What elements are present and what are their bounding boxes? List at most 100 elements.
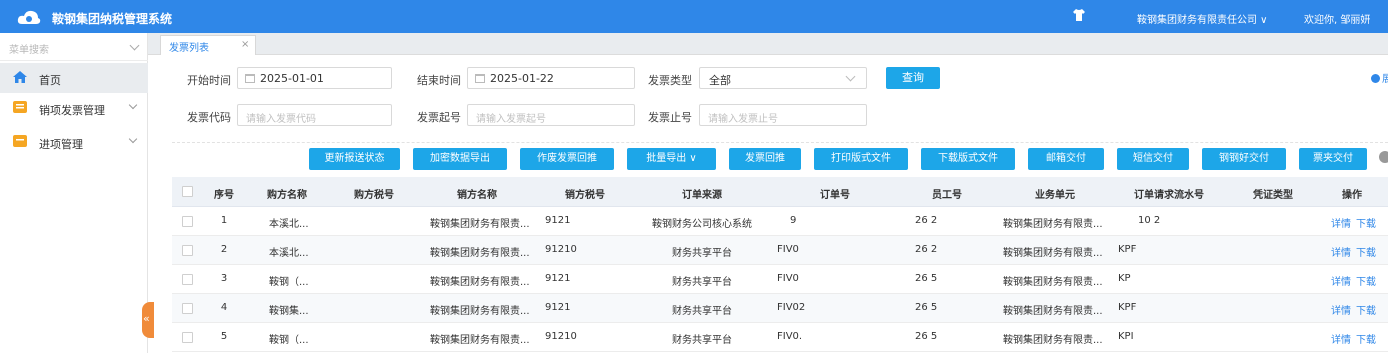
cell-seller-tax: 9121 <box>545 302 571 313</box>
tab-label: 发票列表 <box>169 43 209 54</box>
end-time-value: 2025-01-22 <box>490 72 554 85</box>
table-row[interactable]: 3 鞍钢（... 鞍钢集团财务有限责... 9121 财务共享平台 FIV0 2… <box>172 265 1388 294</box>
row-checkbox[interactable] <box>182 332 193 343</box>
cell-no: 3 <box>220 273 228 284</box>
cell-no: 4 <box>220 302 228 313</box>
void-invoice-pushback-button[interactable]: 作废发票回推 <box>520 148 614 170</box>
print-layout-button[interactable]: 打印版式文件 <box>814 148 908 170</box>
table-row[interactable]: 1 本溪北... 鞍钢集团财务有限责... 9121 鞍钢财务公司核心系统 9 … <box>172 207 1388 236</box>
detail-link[interactable]: 详情 <box>1331 273 1351 288</box>
detail-link[interactable]: 详情 <box>1331 331 1351 346</box>
cell-order: FIV0 <box>777 244 799 255</box>
cell-buyer: 鞍钢集... <box>269 306 309 317</box>
company-selector[interactable]: 鞍钢集团财务有限责任公司 ∨ <box>1137 11 1268 26</box>
download-layout-button[interactable]: 下载版式文件 <box>921 148 1015 170</box>
invoice-code-input[interactable]: 请输入发票代码 <box>237 104 392 126</box>
download-link[interactable]: 下载 <box>1356 331 1376 346</box>
cell-no: 2 <box>220 244 228 255</box>
cell-serial: KPI <box>1118 331 1134 342</box>
gangganghao-delivery-button[interactable]: 钢钢好交付 <box>1202 148 1286 170</box>
cell-source: 财务共享平台 <box>672 335 732 346</box>
cell-seller-tax: 91210 <box>545 244 577 255</box>
user-welcome[interactable]: 欢迎你, 邹丽妍 <box>1304 11 1370 26</box>
app-title: 鞍钢集团纳税管理系统 <box>52 12 173 26</box>
detail-link[interactable]: 详情 <box>1331 215 1351 230</box>
table-row[interactable]: 4 鞍钢集... 鞍钢集团财务有限责... 9121 财务共享平台 FIV02 … <box>172 294 1388 323</box>
invoice-end-input[interactable]: 请输入发票止号 <box>699 104 867 126</box>
cell-seller: 鞍钢集团财务有限责... <box>430 306 530 317</box>
cell-source: 鞍钢财务公司核心系统 <box>652 219 752 230</box>
chevron-down-icon <box>128 100 138 110</box>
cell-serial: KP <box>1118 273 1131 284</box>
row-checkbox[interactable] <box>182 274 193 285</box>
cell-unit: 鞍钢集团财务有限责... <box>1003 219 1103 230</box>
update-report-status-button[interactable]: 更新报送状态 <box>309 148 400 170</box>
col-header-ops: 操作 <box>1342 190 1362 201</box>
col-header-staff: 员工号 <box>932 190 962 201</box>
download-link[interactable]: 下载 <box>1356 215 1376 230</box>
close-icon[interactable]: × <box>241 39 249 50</box>
email-delivery-button[interactable]: 邮箱交付 <box>1028 148 1104 170</box>
filter-panel: 开始时间 2025-01-01 结束时间 2025-01-22 发票类型 全部 … <box>148 55 1388 140</box>
row-checkbox[interactable] <box>182 245 193 256</box>
sidebar-item-home[interactable]: 首页 <box>0 63 148 93</box>
row-checkbox[interactable] <box>182 216 193 227</box>
invoice-end-placeholder: 请输入发票止号 <box>708 114 778 125</box>
expand-toggle[interactable]: 展开 <box>1371 70 1388 85</box>
detail-link[interactable]: 详情 <box>1331 302 1351 317</box>
download-link[interactable]: 下载 <box>1356 273 1376 288</box>
start-time-value: 2025-01-01 <box>260 72 324 85</box>
invoice-pushback-button[interactable]: 发票回推 <box>729 148 801 170</box>
col-header-voucher: 凭证类型 <box>1253 190 1293 201</box>
col-header-buyer: 购方名称 <box>267 190 307 201</box>
home-icon <box>13 71 27 83</box>
invoice-type-select[interactable]: 全部 <box>699 67 867 89</box>
end-time-field[interactable]: 2025-01-22 <box>467 67 635 89</box>
ticket-folder-delivery-button[interactable]: 票夹交付 <box>1299 148 1367 170</box>
chevron-down-icon <box>128 134 138 144</box>
menu-search-placeholder: 菜单搜索 <box>9 45 49 56</box>
double-chevron-left-icon: « <box>143 312 150 325</box>
cell-staff: 26 2 <box>915 244 938 255</box>
invoice-start-label: 发票起号 <box>417 111 461 124</box>
table-row[interactable]: 5 鞍钢（... 鞍钢集团财务有限责... 91210 财务共享平台 FIV0.… <box>172 323 1388 352</box>
cell-buyer: 鞍钢（... <box>269 277 309 288</box>
cell-serial: KPF <box>1118 302 1137 313</box>
select-all-checkbox[interactable] <box>182 186 193 197</box>
cell-order: FIV02 <box>777 302 806 313</box>
sidebar-item-purchase[interactable]: 进项管理 <box>0 127 148 157</box>
info-icon[interactable] <box>1379 151 1388 163</box>
invoice-code-placeholder: 请输入发票代码 <box>246 114 316 125</box>
cell-seller-tax: 9121 <box>545 273 571 284</box>
sidebar-item-label: 进项管理 <box>39 138 83 151</box>
sidebar: 菜单搜索 首页 销项发票管理 进项管理 <box>0 33 148 353</box>
invoice-type-value: 全部 <box>709 74 731 87</box>
cell-source: 财务共享平台 <box>672 306 732 317</box>
table-row[interactable]: 2 本溪北... 鞍钢集团财务有限责... 91210 财务共享平台 FIV0 … <box>172 236 1388 265</box>
export-encrypted-button[interactable]: 加密数据导出 <box>413 148 507 170</box>
cell-seller-tax: 91210 <box>545 331 577 342</box>
sidebar-item-label: 销项发票管理 <box>39 104 105 117</box>
download-link[interactable]: 下载 <box>1356 302 1376 317</box>
start-time-field[interactable]: 2025-01-01 <box>237 67 392 89</box>
tab-invoice-list[interactable]: 发票列表 × <box>160 35 256 55</box>
divider <box>172 142 1388 143</box>
invoice-start-input[interactable]: 请输入发票起号 <box>467 104 635 126</box>
calendar-icon <box>475 74 485 83</box>
cell-buyer: 本溪北... <box>269 248 309 259</box>
sidebar-collapse-button[interactable]: « <box>142 302 154 338</box>
invoice-start-placeholder: 请输入发票起号 <box>476 114 546 125</box>
menu-search-input[interactable]: 菜单搜索 <box>0 33 148 61</box>
query-button[interactable]: 查询 <box>886 67 940 89</box>
purchase-invoice-icon <box>13 135 27 147</box>
theme-shirt-icon[interactable] <box>1072 8 1086 22</box>
detail-link[interactable]: 详情 <box>1331 244 1351 259</box>
batch-export-button[interactable]: 批量导出 ∨ <box>627 148 716 170</box>
sidebar-item-sales-invoice[interactable]: 销项发票管理 <box>0 93 148 123</box>
sms-delivery-button[interactable]: 短信交付 <box>1117 148 1189 170</box>
start-time-label: 开始时间 <box>187 74 231 87</box>
row-checkbox[interactable] <box>182 303 193 314</box>
download-link[interactable]: 下载 <box>1356 244 1376 259</box>
cloud-logo-icon <box>17 10 41 24</box>
cell-seller: 鞍钢集团财务有限责... <box>430 219 530 230</box>
